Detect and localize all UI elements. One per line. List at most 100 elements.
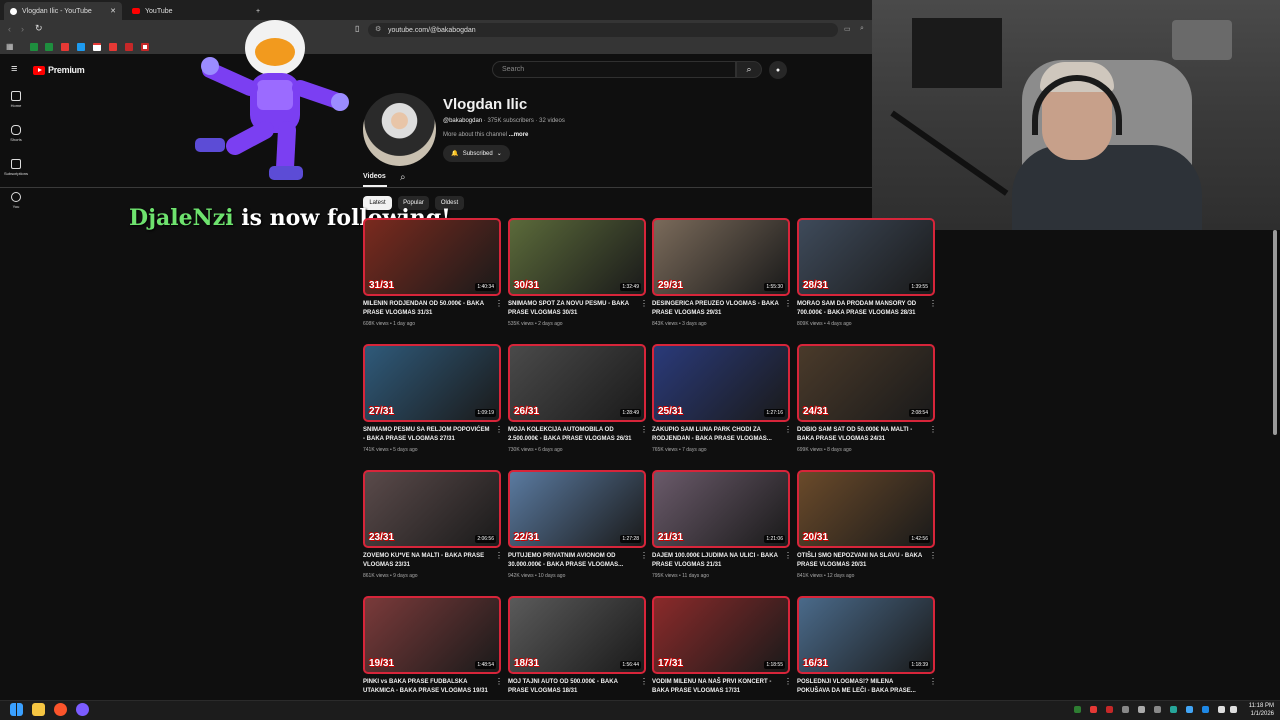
more-actions-icon[interactable]: ⋮ <box>495 677 503 686</box>
search-input[interactable]: Search <box>492 61 736 78</box>
more-actions-icon[interactable]: ⋮ <box>640 551 648 560</box>
menu-icon[interactable]: ≡ <box>11 63 17 75</box>
bookmark-site-icon[interactable] <box>141 43 149 51</box>
video-title[interactable]: OTIŠLI SMO NEPOZVANI NA SLAVU - BAKA PRA… <box>797 552 927 570</box>
tray-icon[interactable] <box>1122 706 1129 713</box>
tray-icon[interactable] <box>1106 706 1113 713</box>
tray-icon[interactable] <box>1138 706 1145 713</box>
voice-search-button[interactable]: ● <box>769 61 787 79</box>
zoom-icon[interactable]: ⌕ <box>860 25 864 33</box>
cast-icon[interactable]: ▭ <box>844 25 851 33</box>
channel-avatar[interactable] <box>363 93 436 166</box>
video-title[interactable]: VODIM MILENU NA NAŠ PRVI KONCERT - BAKA … <box>652 678 782 696</box>
more-actions-icon[interactable]: ⋮ <box>495 299 503 308</box>
tab-videos[interactable]: Videos <box>363 173 386 180</box>
reload-icon[interactable]: ↻ <box>35 23 43 34</box>
video-title[interactable]: MORAO SAM DA PRODAM MANSORY OD 700.000€ … <box>797 300 927 318</box>
video-title[interactable]: POSLEDNJI VLOGMAS!? MILENA POKUŠAVA DA M… <box>797 678 927 696</box>
video-thumbnail[interactable]: 23/31 2:06:56 <box>363 470 501 548</box>
video-thumbnail[interactable]: 30/31 1:32:49 <box>508 218 646 296</box>
video-thumbnail[interactable]: 21/31 1:21:06 <box>652 470 790 548</box>
network-icon[interactable] <box>1218 706 1225 713</box>
tray-icon[interactable] <box>1186 706 1193 713</box>
channel-search-icon[interactable]: ⌕ <box>400 172 406 183</box>
tray-icon[interactable] <box>1154 706 1161 713</box>
video-thumbnail[interactable]: 16/31 1:18:39 <box>797 596 935 674</box>
forward-icon[interactable]: › <box>21 24 24 34</box>
bookmark-icon[interactable]: ▯ <box>355 24 359 33</box>
more-actions-icon[interactable]: ⋮ <box>495 425 503 434</box>
video-title[interactable]: DOBIO SAM SAT OD 50.000€ NA MALTI - BAKA… <box>797 426 927 444</box>
more-actions-icon[interactable]: ⋮ <box>640 299 648 308</box>
site-info-icon[interactable]: ⚙ <box>375 25 381 33</box>
video-thumbnail[interactable]: 25/31 1:27:16 <box>652 344 790 422</box>
video-title[interactable]: DAJEM 100.000€ LJUDIMA NA ULICI - BAKA P… <box>652 552 782 570</box>
url-input[interactable]: ⚙ youtube.com/@bakabogdan ▭ ⌕ <box>368 23 864 37</box>
video-thumbnail[interactable]: 18/31 1:56:44 <box>508 596 646 674</box>
guide-item-home[interactable]: Home <box>0 91 32 108</box>
video-title[interactable]: ZOVEMO KU*VE NA MALTI - BAKA PRASE VLOGM… <box>363 552 493 570</box>
guide-item-subscriptions[interactable]: Subscriptions <box>0 159 32 176</box>
video-title[interactable]: MILENIN RODJENDAN OD 50.000€ - BAKA PRAS… <box>363 300 493 318</box>
page-scrollbar[interactable] <box>1273 230 1277 435</box>
video-thumbnail[interactable]: 22/31 1:27:28 <box>508 470 646 548</box>
video-thumbnail[interactable]: 24/31 2:08:54 <box>797 344 935 422</box>
video-thumbnail[interactable]: 17/31 1:18:55 <box>652 596 790 674</box>
file-explorer-icon[interactable] <box>32 703 45 716</box>
video-title[interactable]: PUTUJEMO PRIVATNIM AVIONOM OD 30.000.000… <box>508 552 638 570</box>
tab-close-icon[interactable]: ✕ <box>110 7 116 15</box>
bookmark-youtube-icon[interactable] <box>109 43 117 51</box>
video-title[interactable]: DESINGERICA PREUZEO VLOGMAS - BAKA PRASE… <box>652 300 782 318</box>
more-actions-icon[interactable]: ⋮ <box>929 677 937 686</box>
more-actions-icon[interactable]: ⋮ <box>929 299 937 308</box>
video-views: 809K views <box>797 321 823 327</box>
video-title[interactable]: SNIMAMO SPOT ZA NOVU PESMU - BAKA PRASE … <box>508 300 638 318</box>
messenger-icon[interactable] <box>76 703 89 716</box>
tray-icon[interactable] <box>1170 706 1177 713</box>
more-actions-icon[interactable]: ⋮ <box>640 425 648 434</box>
more-actions-icon[interactable]: ⋮ <box>929 551 937 560</box>
tray-icon[interactable] <box>1202 706 1209 713</box>
windows-start-icon[interactable] <box>10 703 23 716</box>
guide-item-shorts[interactable]: Shorts <box>0 125 32 142</box>
more-actions-icon[interactable]: ⋮ <box>929 425 937 434</box>
more-actions-icon[interactable]: ⋮ <box>784 425 792 434</box>
video-title[interactable]: PINKI vs BAKA PRASE FUDBALSKA UTAKMICA -… <box>363 678 493 696</box>
subscribed-button[interactable]: 🔔 Subscribed ⌄ <box>443 145 510 162</box>
more-actions-icon[interactable]: ⋮ <box>784 677 792 686</box>
bookmark-twitter-icon[interactable] <box>77 43 85 51</box>
video-title[interactable]: MOJ TAJNI AUTO OD 500.000€ - BAKA PRASE … <box>508 678 638 696</box>
bookmark-youtube-icon[interactable] <box>61 43 69 51</box>
back-icon[interactable]: ‹ <box>8 24 11 34</box>
youtube-logo[interactable]: Premium <box>33 65 85 75</box>
brave-browser-icon[interactable] <box>54 703 67 716</box>
more-actions-icon[interactable]: ⋮ <box>784 299 792 308</box>
volume-icon[interactable] <box>1230 706 1237 713</box>
browser-tab-active[interactable]: Vlogdan Ilic - YouTube ✕ <box>4 2 122 20</box>
tray-icon[interactable] <box>1090 706 1097 713</box>
video-title[interactable]: MOJA KOLEKCIJA AUTOMOBILA OD 2.500.000€ … <box>508 426 638 444</box>
video-thumbnail[interactable]: 28/31 1:39:55 <box>797 218 935 296</box>
bookmark-gmail-icon[interactable] <box>93 43 101 51</box>
more-actions-icon[interactable]: ⋮ <box>495 551 503 560</box>
channel-description[interactable]: More about this channel ...more <box>443 132 528 138</box>
video-thumbnail[interactable]: 26/31 1:28:49 <box>508 344 646 422</box>
bookmark-sheets-icon[interactable] <box>45 43 53 51</box>
video-title[interactable]: SNIMAMO PESMU SA RELJOM POPOVIĆEM - BAKA… <box>363 426 493 444</box>
search-button[interactable]: ⌕ <box>736 61 762 78</box>
more-actions-icon[interactable]: ⋮ <box>784 551 792 560</box>
guide-item-you[interactable]: You <box>0 192 32 209</box>
channel-desc-more[interactable]: ...more <box>509 132 529 138</box>
video-thumbnail[interactable]: 29/31 1:55:30 <box>652 218 790 296</box>
more-actions-icon[interactable]: ⋮ <box>640 677 648 686</box>
apps-grid-icon[interactable]: ▦ <box>6 42 14 51</box>
bookmark-site-icon[interactable] <box>125 43 133 51</box>
bookmark-sheets-icon[interactable] <box>30 43 38 51</box>
system-clock[interactable]: 11:18 PM 1/1/2026 <box>1240 702 1274 718</box>
video-thumbnail[interactable]: 19/31 1:48:54 <box>363 596 501 674</box>
tray-icon[interactable] <box>1074 706 1081 713</box>
video-title[interactable]: ZAKUPIO SAM LUNA PARK CHODI ZA RODJENDAN… <box>652 426 782 444</box>
video-thumbnail[interactable]: 20/31 1:42:56 <box>797 470 935 548</box>
video-thumbnail[interactable]: 27/31 1:09:19 <box>363 344 501 422</box>
video-thumbnail[interactable]: 31/31 1:40:34 <box>363 218 501 296</box>
